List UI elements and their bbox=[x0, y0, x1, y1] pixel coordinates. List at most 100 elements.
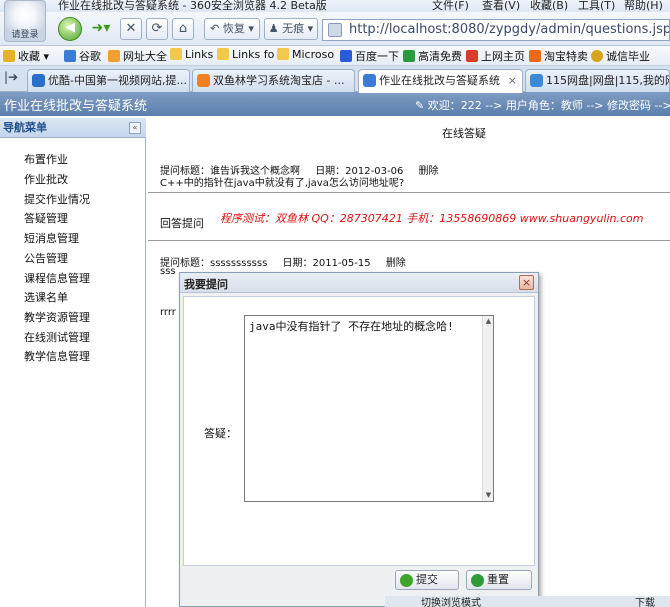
menu-view[interactable]: 查看(V) bbox=[482, 0, 520, 12]
page-icon bbox=[328, 23, 342, 37]
taobao-icon bbox=[197, 74, 210, 87]
google-icon bbox=[64, 50, 76, 62]
question-header: 提问标题：sssssssssss 日期：2011-05-15 删除 bbox=[160, 254, 418, 269]
menu-tools[interactable]: 工具(T) bbox=[578, 0, 615, 12]
fav-baidu[interactable]: 百度一下 bbox=[340, 48, 399, 64]
youku-icon bbox=[32, 74, 45, 87]
question-textarea[interactable]: java中没有指针了 不存在地址的概念哈! bbox=[244, 315, 494, 502]
tab-115[interactable]: 115网盘|网盘|115,我的网... bbox=[525, 69, 670, 92]
sidebar-item-announcements[interactable]: 公告管理 bbox=[24, 250, 68, 266]
tab-youku[interactable]: 优酷-中国第一视频网站,提... bbox=[27, 69, 190, 92]
sidebar-item-messages[interactable]: 短消息管理 bbox=[24, 230, 79, 246]
avatar-label: 请登录 bbox=[11, 30, 39, 40]
close-icon[interactable]: × bbox=[519, 275, 534, 290]
menu-file[interactable]: 文件(F) bbox=[432, 0, 469, 12]
question-body: sss bbox=[160, 266, 176, 277]
fav-label: 谷歌 bbox=[79, 50, 101, 63]
textarea-scrollbar[interactable]: ▲ ▼ bbox=[482, 316, 493, 501]
fav-homepage[interactable]: 上网主页 bbox=[466, 48, 525, 64]
115-icon bbox=[530, 74, 543, 87]
divider bbox=[148, 192, 670, 193]
fav-links[interactable]: Links bbox=[170, 48, 213, 61]
stop-icon[interactable]: ✕ bbox=[120, 18, 142, 40]
smiley-icon bbox=[591, 50, 603, 62]
sidebar-item-enrollment-list[interactable]: 选课名单 bbox=[24, 289, 68, 305]
m-icon bbox=[403, 50, 415, 62]
sidebar: 导航菜单 « 布置作业 作业批改 提交作业情况 答疑管理 短消息管理 公告管理 … bbox=[0, 118, 146, 607]
sidebar-item-assign-homework[interactable]: 布置作业 bbox=[24, 151, 68, 167]
status-bar: 切换浏览模式 下载 bbox=[385, 596, 670, 607]
sidebar-item-submission-status[interactable]: 提交作业情况 bbox=[24, 191, 90, 207]
tab-label: 优酷-中国第一视频网站,提... bbox=[48, 74, 187, 87]
sidebar-item-course-info[interactable]: 课程信息管理 bbox=[24, 270, 90, 286]
fav-label: 网址大全 bbox=[123, 50, 167, 63]
menu-help[interactable]: 帮助(H) bbox=[624, 0, 663, 12]
tab-taobao-store[interactable]: 双鱼林学习系统淘宝店 - ... bbox=[192, 69, 355, 92]
partial-text: rrrr bbox=[160, 307, 176, 318]
dialog-body: 答疑： java中没有指针了 不存在地址的概念哈! ▲ ▼ bbox=[183, 296, 535, 566]
sidebar-header: 导航菜单 bbox=[0, 118, 146, 138]
fav-label: 诚信毕业 bbox=[606, 50, 650, 63]
folder-icon bbox=[277, 48, 289, 60]
tab-label: 作业在线批改与答疑系统 bbox=[379, 74, 500, 87]
fav-label: Links fo bbox=[232, 48, 275, 61]
fav-hd-free[interactable]: 高清免费 bbox=[403, 48, 462, 64]
avatar[interactable]: 请登录 bbox=[4, 0, 46, 42]
browse-mode-toggle[interactable]: 切换浏览模式 bbox=[421, 596, 481, 607]
fav-label: 百度一下 bbox=[355, 50, 399, 63]
scroll-up-icon[interactable]: ▲ bbox=[484, 317, 493, 326]
fav-hao123[interactable]: 网址大全 bbox=[108, 48, 167, 64]
question-field-label: 答疑： bbox=[204, 427, 237, 440]
tab-label: 双鱼林学习系统淘宝店 - ... bbox=[213, 74, 345, 87]
home-icon[interactable]: ⌂ bbox=[172, 18, 194, 40]
restore-button[interactable]: ↶ 恢复 ▾ bbox=[204, 18, 260, 40]
submit-button[interactable]: 提交 bbox=[395, 570, 459, 590]
fav-taobao[interactable]: 淘宝特卖 bbox=[529, 48, 588, 64]
forward-arrow-icon[interactable]: ➜▾ bbox=[86, 18, 116, 40]
sidebar-item-online-tests[interactable]: 在线测试管理 bbox=[24, 329, 90, 345]
incognito-label: 无痕 bbox=[282, 22, 305, 35]
star-icon bbox=[3, 50, 15, 62]
incognito-button[interactable]: ♟ 无痕 ▾ bbox=[264, 18, 318, 40]
dialog-header[interactable]: 我要提问 × bbox=[180, 273, 538, 293]
folder-icon bbox=[217, 48, 229, 60]
sidebar-item-teaching-resources[interactable]: 教学资源管理 bbox=[24, 309, 90, 325]
fav-graduate[interactable]: 诚信毕业 bbox=[591, 48, 650, 64]
refresh-icon[interactable]: ⟳ bbox=[146, 18, 168, 40]
download-button[interactable]: 下载 bbox=[635, 596, 655, 607]
ask-question-dialog: 我要提问 × 答疑： java中没有指针了 不存在地址的概念哈! ▲ ▼ 提交 … bbox=[179, 272, 539, 607]
question-title: 提问标题：sssssssssss bbox=[160, 258, 268, 269]
fav-google[interactable]: 谷歌 bbox=[64, 48, 101, 64]
collapse-icon[interactable]: « bbox=[129, 122, 141, 134]
reset-button[interactable]: 重置 bbox=[466, 570, 532, 590]
delete-link[interactable]: 删除 bbox=[419, 166, 439, 177]
window-titlebar: 作业在线批改与答疑系统 - 360安全浏览器 4.2 Beta版 文件(F) 查… bbox=[0, 0, 670, 12]
question-date: 日期：2011-05-15 bbox=[282, 258, 371, 269]
address-bar[interactable]: http://localhost:8080/zypgdy/admin/quest… bbox=[322, 19, 670, 41]
favorites-menu-button[interactable]: 收藏 ▾ bbox=[3, 48, 49, 64]
shop-icon bbox=[529, 50, 541, 62]
back-arrow-icon[interactable]: ◀ bbox=[58, 17, 82, 41]
close-tab-icon[interactable]: × bbox=[508, 70, 517, 91]
sidebar-toggle-icon[interactable]: |➔ bbox=[4, 70, 18, 84]
sidebar-item-teaching-info[interactable]: 教学信息管理 bbox=[24, 348, 90, 364]
scroll-down-icon[interactable]: ▼ bbox=[484, 491, 493, 500]
tab-homework-system[interactable]: 作业在线批改与答疑系统 × bbox=[358, 69, 523, 93]
user-info-text[interactable]: 欢迎：222 --> 用户角色：教师 --> 修改密码 --> 修改 bbox=[428, 99, 670, 112]
menu-favorites[interactable]: 收藏(B) bbox=[530, 0, 568, 12]
fav-links-for[interactable]: Links fo bbox=[217, 48, 274, 61]
fav-label: 高清免费 bbox=[418, 50, 462, 63]
fav-label: 上网主页 bbox=[481, 50, 525, 63]
tab-label: 115网盘|网盘|115,我的网... bbox=[546, 74, 669, 87]
tab-bar: |➔ 优酷-中国第一视频网站,提... 双鱼林学习系统淘宝店 - ... 作业在… bbox=[0, 66, 670, 93]
sidebar-item-qa-management[interactable]: 答疑管理 bbox=[24, 210, 68, 226]
answer-link[interactable]: 回答提问 bbox=[160, 215, 204, 231]
fav-label: Links bbox=[185, 48, 214, 61]
refresh-icon bbox=[471, 574, 484, 587]
fav-microsoft[interactable]: Microso bbox=[277, 48, 334, 61]
sidebar-item-grade-homework[interactable]: 作业批改 bbox=[24, 171, 68, 187]
divider bbox=[148, 240, 670, 241]
delete-link[interactable]: 删除 bbox=[386, 258, 406, 269]
favorites-bar: 收藏 ▾ 谷歌 网址大全 Links Links fo Microso 百度一下… bbox=[0, 46, 670, 66]
restore-label: 恢复 bbox=[222, 22, 245, 35]
